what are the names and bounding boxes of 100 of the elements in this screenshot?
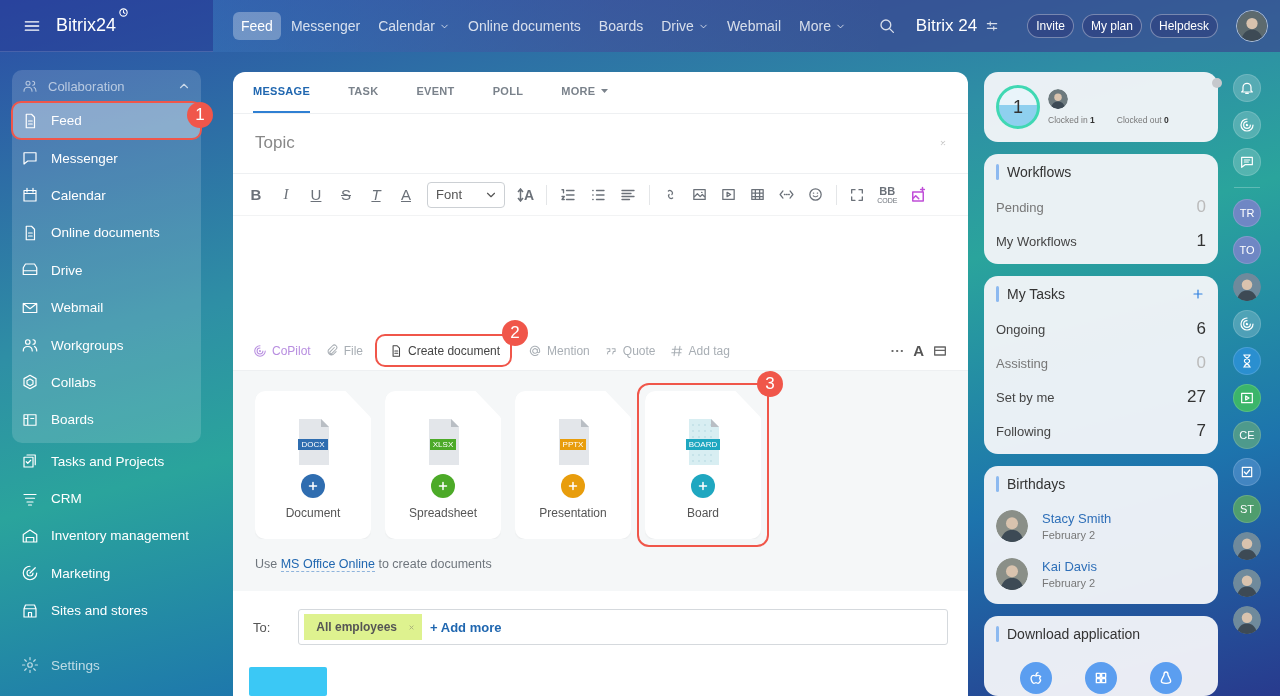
sidebar-item[interactable]: CRM [12,479,201,518]
card-label: Presentation [539,506,607,521]
sidebar-item[interactable]: Webmail [12,288,201,327]
timer-button[interactable] [1233,347,1261,375]
app-download-button[interactable] [1149,662,1182,694]
fullscreen-icon[interactable] [849,186,866,203]
sidebar-item[interactable]: Workgroups [12,326,201,364]
sidebar-item[interactable]: Messenger [12,139,201,177]
image-sparkle-icon[interactable] [909,185,928,204]
font-size-button[interactable]: A [517,186,535,203]
spiral-button[interactable] [1233,111,1261,139]
person-name[interactable]: Kai Davis [1042,559,1097,574]
up-down-arrow-icon [517,187,524,202]
contact-avatar[interactable]: ST [1233,495,1261,523]
person-avatar[interactable] [996,558,1028,590]
nav-link[interactable]: Feed [233,12,281,40]
composer-tab[interactable]: POLL [492,72,524,113]
composer-tab[interactable]: MESSAGE [253,72,311,113]
nav-link[interactable]: More [791,12,854,40]
sidebar-item[interactable]: Collabs [12,363,201,402]
row-label[interactable]: Pending [996,199,1044,215]
app-download-button[interactable] [1085,662,1117,694]
sidebar-item[interactable]: Inventory management [12,517,201,555]
add-more-link[interactable]: + Add more [430,619,502,635]
birthday-date: February 2 [1042,577,1097,589]
nav-link[interactable]: Drive [653,12,717,40]
add-icon[interactable] [431,474,455,499]
user-avatar[interactable] [1236,10,1268,42]
sidebar-item[interactable]: Drive [12,251,201,289]
sidebar-item[interactable]: Calendar [12,176,201,215]
tasks-button[interactable] [1233,458,1261,486]
recipient-tag[interactable]: All employees [304,614,423,641]
windows-icon [1093,670,1109,686]
clock-in-counter[interactable]: 1 [996,85,1040,129]
sidebar-item[interactable]: Tasks and Projects [12,442,201,480]
emoji-icon[interactable] [807,186,825,204]
person-name[interactable]: Stacy Smith [1042,511,1112,526]
composer-tab[interactable]: MORE [561,72,609,113]
bold-button[interactable]: B [247,186,265,204]
nav-link[interactable]: Calendar [370,12,458,40]
contact-avatar[interactable]: TO [1233,236,1261,264]
header-button[interactable]: Invite [1027,14,1074,38]
document-card[interactable]: PPTX Presentation [515,391,631,540]
action-link[interactable]: CoPilot [253,343,311,358]
document-card[interactable]: XLSX Spreadsheet [385,391,501,540]
row-label[interactable]: Ongoing [996,321,1046,337]
row-label[interactable]: Following [996,423,1051,439]
contact-avatar[interactable] [1233,532,1261,560]
spiral-button[interactable] [1233,310,1261,338]
step-badge: 2 [502,319,529,346]
composer-tab[interactable]: EVENT [416,72,455,113]
sliders-icon[interactable] [985,19,1000,33]
italic-button[interactable]: I [277,186,295,204]
text-color-button[interactable]: A [397,186,415,204]
row-label[interactable]: Assisting [996,355,1049,371]
row-count: 0 [1196,197,1206,217]
contact-avatar[interactable] [1233,569,1261,597]
row-label[interactable]: My Workflows [996,233,1077,249]
sidebar-item[interactable]: Online documents [12,214,201,252]
nav-link[interactable]: Online documents [460,12,589,40]
composer-tab[interactable]: TASK [348,72,379,113]
logo[interactable]: Bitrix24 [56,15,117,36]
recipients-field[interactable]: All employees + Add more [298,609,948,646]
contact-avatar[interactable]: CE [1233,421,1261,449]
bell-button[interactable] [1233,74,1261,102]
contact-avatar[interactable] [1233,606,1261,634]
clear-format-button[interactable]: T [367,186,385,204]
sidebar-item[interactable]: Settings [12,646,201,684]
nav-link[interactable]: Messenger [282,12,369,40]
document-card[interactable]: BOARD Board [645,391,761,540]
chat-button[interactable] [1233,148,1261,176]
header-button[interactable]: My plan [1081,14,1142,38]
row-label[interactable]: Set by me [996,389,1055,405]
add-icon[interactable] [691,474,715,499]
row-count: 1 [1196,231,1206,251]
calendar-icon [21,186,39,205]
sidebar-item[interactable]: Sites and stores [12,592,201,630]
underline-button[interactable]: U [307,186,325,204]
font-select[interactable]: Font [427,181,505,208]
header-button[interactable]: Helpdesk [1149,14,1218,38]
action-link[interactable]: Create document [389,343,501,358]
sidebar-item[interactable]: Marketing [12,554,201,593]
contact-avatar[interactable] [1233,273,1261,301]
person-avatar[interactable] [996,510,1028,542]
file-type-label: BOARD [685,439,721,451]
recipients-label: To: [253,619,271,635]
strikethrough-button[interactable]: S [337,186,355,204]
row-count: 27 [1187,387,1206,407]
search-icon[interactable] [877,17,896,35]
nav-link[interactable]: Webmail [718,12,790,40]
video-call-button[interactable] [1233,384,1261,412]
add-icon[interactable] [301,474,325,499]
hexagon-icon [21,373,39,392]
group-header[interactable]: Collaboration [12,70,201,102]
office-link[interactable]: MS Office Online [280,557,375,573]
text-style-button[interactable]: A [913,342,924,360]
contact-avatar[interactable]: TR [1233,199,1261,227]
sidebar-item[interactable]: Boards [12,401,201,439]
nav-link[interactable]: Boards [590,12,652,40]
document-card[interactable]: DOCX Document [255,391,371,540]
